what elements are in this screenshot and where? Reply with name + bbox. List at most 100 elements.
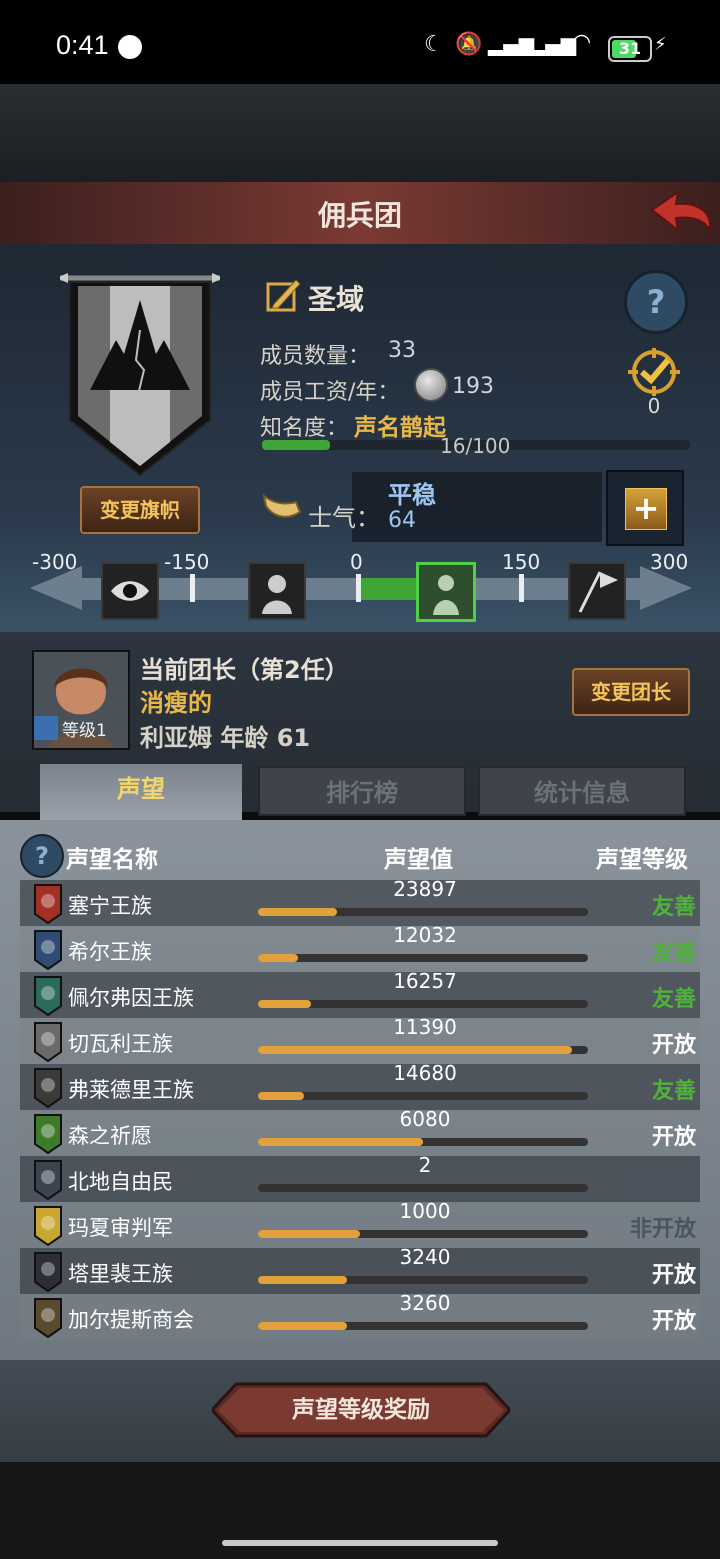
charging-icon: ⚡ [654,34,667,55]
change-banner-button[interactable]: 变更旗帜 [80,486,200,534]
company-domain: 圣域 [308,283,365,316]
faction-emblem-icon [34,1160,62,1201]
faction-name: 塔里裴王族 [68,1262,173,1286]
faction-name: 弗莱德里王族 [68,1078,194,1102]
table-row[interactable]: 玛夏审判军 1000 非开放 [20,1199,700,1248]
reputation-value: 3240 [399,1245,451,1269]
horn-icon [262,488,302,524]
table-row[interactable]: 塞宁王族 23897 友善 [20,877,700,926]
table-row[interactable]: 北地自由民 2 非开放 [20,1153,700,1202]
header-value: 声望值 [384,847,453,873]
reputation-level: 非开放 [629,1217,696,1242]
reputation-bar [258,1322,588,1330]
reputation-level: 友善 [651,941,696,966]
morale-eye-icon[interactable] [101,562,159,620]
reputation-level: 开放 [651,1263,696,1288]
faction-emblem-icon [34,930,62,971]
reputation-bar-fill [258,1092,304,1100]
plus-icon: + [625,488,667,530]
change-leader-button[interactable]: 变更团长 [572,668,690,716]
faction-emblem-icon [34,1252,62,1293]
morale-value: 64 [388,508,416,533]
faction-name: 玛夏审判军 [68,1216,173,1240]
faction-name: 森之祈愿 [68,1124,152,1148]
reputation-level: 非开放 [629,1171,696,1196]
tick-150 [519,574,524,602]
achievement-badge-icon[interactable] [624,346,684,396]
faction-emblem-icon [34,1298,62,1339]
reputation-level: 友善 [651,1079,696,1104]
question-icon: ? [646,283,666,321]
members-label: 成员数量： [260,344,371,369]
reputation-value: 23897 [393,877,457,901]
table-row[interactable]: 切瓦利王族 11390 开放 [20,1015,700,1064]
reputation-value: 6080 [399,1107,451,1131]
wage-label: 成员工资/年： [260,380,400,405]
reputation-bar-fill [258,954,298,962]
leader-trait: 消瘦的 [140,689,212,717]
reputation-bar [258,1000,588,1008]
morale-calm-icon[interactable] [416,562,476,622]
home-indicator[interactable] [222,1540,498,1546]
reputation-value: 1000 [399,1199,451,1223]
faction-emblem-icon [34,1206,62,1247]
mute-bell-icon: 🔕 [455,32,483,57]
faction-name: 切瓦利王族 [68,1032,173,1056]
morale-despair-icon[interactable] [248,562,306,620]
page-title: 佣兵团 [317,199,402,232]
tick-label-300: 300 [650,550,689,574]
faction-emblem-icon [34,1068,62,1109]
wage-value: 193 [452,374,494,399]
table-help-button[interactable]: ? [20,834,64,878]
reputation-rewards-button[interactable]: 声望等级奖励 [212,1382,510,1438]
tick-label-neg150: -150 [164,550,210,574]
reputation-level: 开放 [651,1125,696,1150]
table-row[interactable]: 佩尔弗因王族 16257 友善 [20,969,700,1018]
reputation-bar [258,1092,588,1100]
back-button[interactable] [648,189,714,236]
reputation-rewards-label: 声望等级奖励 [292,1397,430,1423]
reputation-bar [258,1184,588,1192]
table-row[interactable]: 塔里裴王族 3240 开放 [20,1245,700,1294]
faction-emblem-icon [34,1114,62,1155]
tab-ranking[interactable]: 排行榜 [258,766,466,816]
qq-icon [118,35,142,59]
members-value: 33 [388,338,416,363]
reputation-level: 开放 [651,1309,696,1334]
moon-icon: ☾ [424,32,444,57]
tab-statistics[interactable]: 统计信息 [478,766,686,816]
coin-icon [414,368,448,402]
table-row[interactable]: 弗莱德里王族 14680 友善 [20,1061,700,1110]
reputation-value: 2 [418,1153,432,1177]
tick-label-150: 150 [502,550,541,574]
faction-emblem-icon [34,976,62,1017]
fame-label: 知名度： [260,416,349,441]
table-row[interactable]: 希尔王族 12032 友善 [20,923,700,972]
reputation-bar-fill [258,1046,572,1054]
status-time: 0:41 [56,30,109,60]
reputation-bar [258,1276,588,1284]
reputation-bar [258,1046,588,1054]
reputation-bar [258,1230,588,1238]
edit-name-icon[interactable] [266,276,302,312]
table-row[interactable]: 森之祈愿 6080 开放 [20,1107,700,1156]
question-icon: ? [35,842,49,870]
fame-progress-text: 16/100 [440,434,511,458]
help-button[interactable]: ? [624,270,688,334]
reputation-value: 11390 [393,1015,457,1039]
tab-reputation[interactable]: 声望 [40,764,242,820]
add-morale-button[interactable]: + [606,470,684,546]
reputation-level: 友善 [651,987,696,1012]
reputation-level: 开放 [651,1033,696,1058]
reputation-value: 12032 [393,923,457,947]
tick-0 [356,574,361,602]
morale-flag-icon[interactable] [568,562,626,620]
morale-label: 士气： [308,504,380,532]
table-row[interactable]: 加尔提斯商会 3260 开放 [20,1291,700,1340]
reputation-bar-fill [258,1322,347,1330]
top-decoration [0,84,720,184]
faction-name: 希尔王族 [68,940,152,964]
faction-emblem-icon [34,884,62,925]
fame-value: 声名鹊起 [354,415,446,441]
reputation-bar-fill [258,1000,311,1008]
